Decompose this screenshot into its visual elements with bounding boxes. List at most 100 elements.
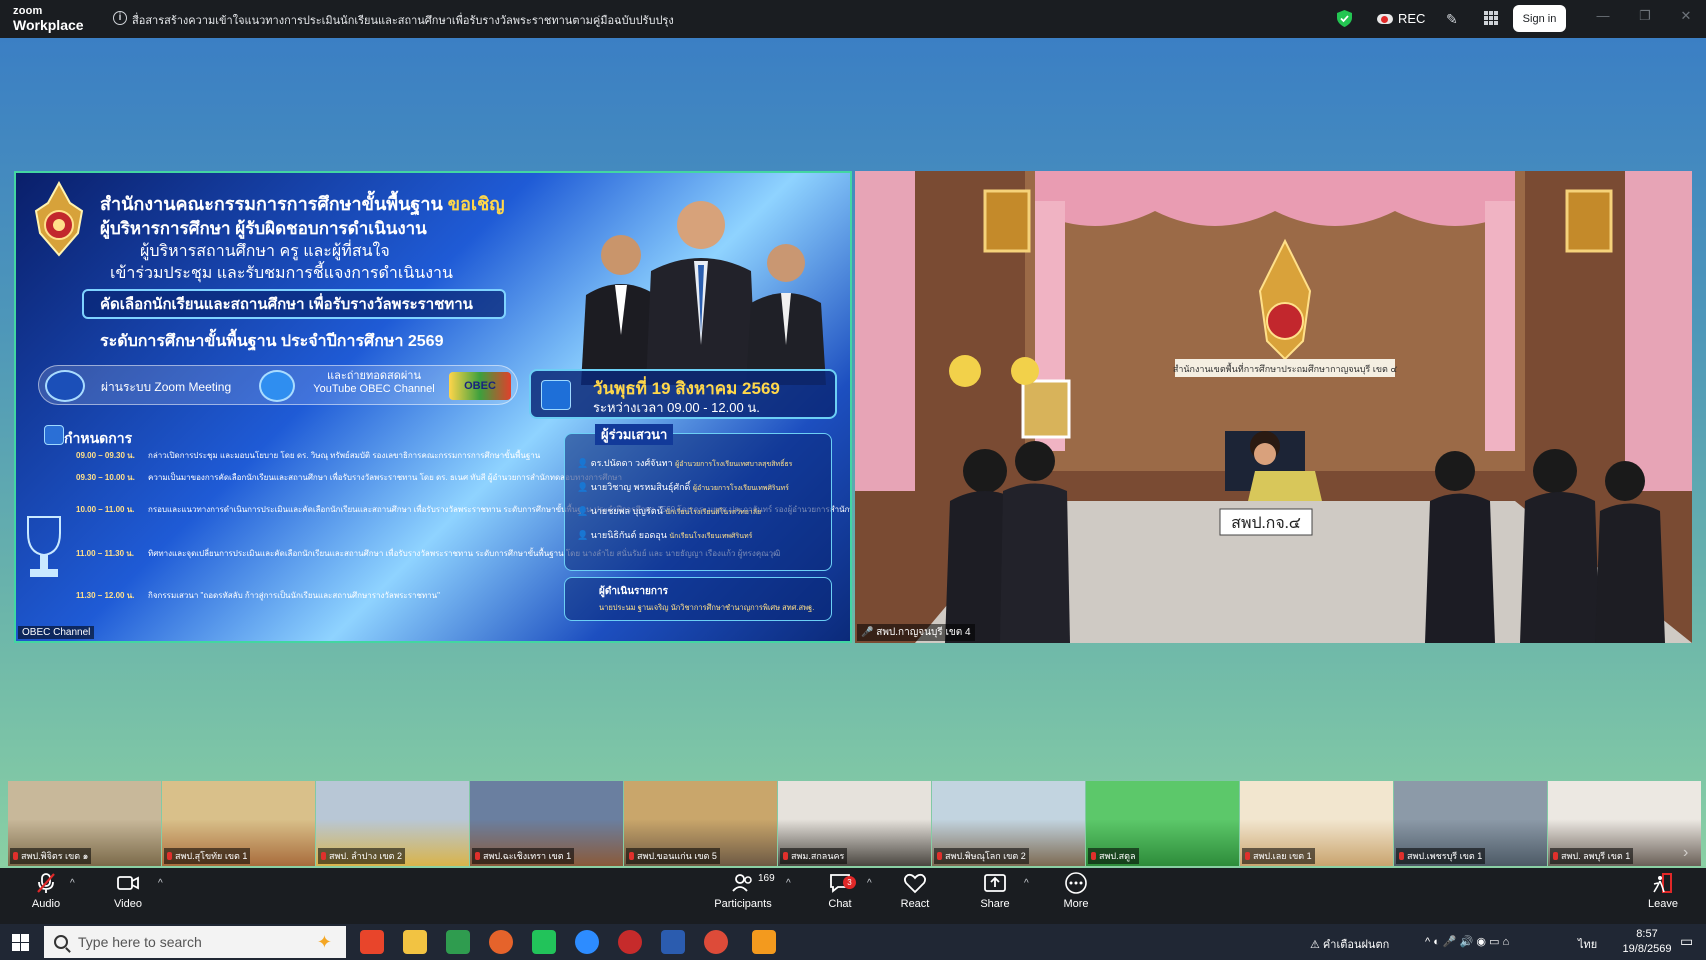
- active-speaker-tile[interactable]: สำนักงานเขตพื้นที่การศึกษาประถมศึกษากาญจ…: [855, 171, 1692, 643]
- chat-button[interactable]: Chat: [810, 872, 870, 910]
- poster-level: ระดับการศึกษาขั้นพื้นฐาน ประจำปีการศึกษา…: [100, 333, 444, 350]
- via-youtube-text: และถ่ายทอดสดผ่าน YouTube OBEC Channel: [313, 370, 435, 395]
- poster-line2: ผู้บริหารการศึกษา ผู้รับผิดชอบการดำเนินง…: [100, 219, 427, 238]
- line-app-icon[interactable]: [532, 930, 556, 954]
- participant-thumbnail[interactable]: สพป. ลพบุรี เขต 1: [1548, 781, 1701, 866]
- host-title: ผู้ดำเนินรายการ: [599, 586, 668, 597]
- recording-indicator[interactable]: REC: [1377, 11, 1425, 26]
- input-language[interactable]: ไทย: [1578, 935, 1597, 953]
- poster-line4: เข้าร่วมประชุม และรับชมการชี้แจงการดำเนิ…: [110, 265, 453, 282]
- audio-label: Audio: [31, 898, 61, 910]
- chat-unread-badge: 3: [843, 876, 856, 889]
- wall-sign: สำนักงานเขตพื้นที่การศึกษาประถมศึกษากาญจ…: [1173, 362, 1397, 375]
- chat-options-caret-icon[interactable]: ^: [867, 878, 872, 889]
- chrome-icon[interactable]: [704, 930, 728, 954]
- audio-button[interactable]: Audio: [16, 872, 76, 910]
- obec-seal-icon: [34, 181, 84, 257]
- more-dots-icon: [1065, 872, 1087, 894]
- clock-time: 8:57: [1636, 928, 1658, 940]
- share-button[interactable]: Share: [965, 872, 1025, 910]
- taskbar-search-input[interactable]: Type here to search ✦: [44, 926, 346, 958]
- windows-start-icon[interactable]: [12, 934, 29, 951]
- leave-door-icon: [1653, 873, 1672, 893]
- next-page-arrow-icon[interactable]: ›: [1683, 844, 1688, 862]
- meeting-area: สำนักงานคณะกรรมการการศึกษาขั้นพื้นฐาน ขอ…: [0, 38, 1706, 868]
- more-button[interactable]: More: [1046, 872, 1106, 910]
- weather-alert[interactable]: ⚠ คำเตือนฝนตก: [1310, 935, 1389, 953]
- more-label: More: [1063, 898, 1089, 910]
- share-label: Share: [980, 898, 1010, 910]
- obec-channel-logo: OBEC: [449, 372, 511, 400]
- system-clock[interactable]: 8:57 19/8/2569: [1620, 927, 1674, 957]
- file-explorer-icon[interactable]: [403, 930, 427, 954]
- tray-icons[interactable]: ^ ◐ 🎤 🔊 ◉ ▭ ⌂: [1425, 935, 1509, 948]
- notification-icon[interactable]: ▭: [1680, 933, 1693, 950]
- orange-app-icon[interactable]: [752, 930, 776, 954]
- video-button[interactable]: Video: [98, 872, 158, 910]
- event-time: ระหว่างเวลา 09.00 - 12.00 น.: [593, 400, 760, 415]
- camera-badge-icon: [259, 370, 295, 402]
- participant-thumbnail[interactable]: สพป.เพชรบุรี เขต 1: [1394, 781, 1547, 866]
- participants-options-caret-icon[interactable]: ^: [786, 878, 791, 889]
- speakers-photo: [581, 201, 826, 385]
- meeting-room-video: สำนักงานเขตพื้นที่การศึกษาประถมศึกษากาญจ…: [855, 171, 1692, 643]
- poster-invite: ขอเชิญ: [447, 194, 505, 214]
- agenda-item: 09.00 – 09.30 น. กล่าวเปิดการประชุม และมอ…: [76, 451, 541, 460]
- participants-count: 169: [758, 873, 775, 884]
- magic-wand-icon[interactable]: ✎: [1446, 11, 1462, 27]
- participant-thumbnail[interactable]: สพป.เลย เขต 1: [1240, 781, 1393, 866]
- participants-badge-icon: [45, 370, 85, 402]
- react-label: React: [900, 898, 930, 910]
- weather-text: คำเตือนฝนตก: [1322, 939, 1390, 951]
- info-icon[interactable]: i: [113, 11, 127, 25]
- leave-button[interactable]: Leave: [1633, 872, 1693, 910]
- participant-thumbnail[interactable]: สพป. ลำปาง เขต 2: [316, 781, 469, 866]
- logo-line2: Workplace: [13, 17, 84, 33]
- firefox-icon[interactable]: [489, 930, 513, 954]
- trophy-icon: [27, 516, 61, 577]
- google-drive-icon[interactable]: [446, 930, 470, 954]
- share-screen-icon: [984, 874, 1006, 892]
- react-button[interactable]: React: [885, 872, 945, 910]
- speaker-name: สพป.กาญจนบุรี เขต 4: [876, 627, 971, 638]
- poster-banner: คัดเลือกนักเรียนและสถานศึกษา เพื่อรับราง…: [82, 289, 506, 319]
- title-bar: zoom Workplace i สื่อสารสร้างความเข้าใจแ…: [0, 0, 1706, 38]
- muted-mic-icon: 🎤: [861, 627, 874, 638]
- participant-thumbnail[interactable]: สพป.สตูล: [1086, 781, 1239, 866]
- heart-icon: [903, 873, 927, 894]
- encryption-shield-icon[interactable]: [1337, 10, 1352, 27]
- agenda-title: กำหนดการ: [64, 430, 133, 446]
- word-icon[interactable]: [661, 930, 685, 954]
- participant-thumbnail[interactable]: สพป.สุโขทัย เขต 1: [162, 781, 315, 866]
- sign-in-button[interactable]: Sign in: [1513, 5, 1566, 32]
- sparkle-icon: ✦: [316, 932, 332, 952]
- muted-microphone-icon: [37, 873, 55, 893]
- participant-thumbnail[interactable]: สพป.ฉะเชิงเทรา เขต 1: [470, 781, 623, 866]
- minimize-button[interactable]: —: [1593, 8, 1613, 23]
- participant-thumbnails: สพป.พิจิตร เขต ๑ สพป.สุโขทัย เขต 1 สพป. …: [8, 781, 1701, 866]
- ball-app-icon[interactable]: [618, 930, 642, 954]
- video-options-caret-icon[interactable]: ^: [158, 878, 163, 889]
- zoom-workplace-logo: zoom Workplace: [13, 6, 84, 33]
- zoom-app-icon[interactable]: [575, 930, 599, 954]
- agenda-item: 11.30 – 12.00 น. กิจกรรมเสวนา "ถอดรหัสลับ…: [76, 591, 440, 600]
- shared-screen-tile[interactable]: สำนักงานคณะกรรมการการศึกษาขั้นพื้นฐาน ขอ…: [14, 171, 852, 643]
- participant-thumbnail[interactable]: สพป.พิษณุโลก เขต 2: [932, 781, 1085, 866]
- search-placeholder: Type here to search: [78, 934, 202, 950]
- close-window-button[interactable]: ✕: [1676, 8, 1696, 24]
- windows-taskbar: Type here to search ✦ ⚠ คำเตือนฝนตก ^ ◐ …: [0, 924, 1706, 960]
- chat-label: Chat: [828, 898, 852, 910]
- audio-options-caret-icon[interactable]: ^: [70, 878, 75, 889]
- panelist: 👤 นายชยพล บุญรัตน์ นักเรียนโรงเรียนสิโนร…: [577, 506, 762, 516]
- participant-thumbnail[interactable]: สพม.สกลนคร: [778, 781, 931, 866]
- restore-button[interactable]: ❐: [1635, 8, 1655, 24]
- participant-thumbnail[interactable]: สพป.พิจิตร เขต ๑: [8, 781, 161, 866]
- video-label: Video: [114, 898, 142, 910]
- participant-thumbnail[interactable]: สพป.ขอนแก่น เขต 5: [624, 781, 777, 866]
- office-app-icon[interactable]: [360, 930, 384, 954]
- agenda-item: 09.30 – 10.00 น. ความเป็นมาของการคัดเลือก…: [76, 473, 622, 482]
- apps-grid-icon[interactable]: [1484, 11, 1498, 25]
- calendar-icon: [541, 380, 571, 410]
- date-box: วันพุธที่ 19 สิงหาคม 2569 ระหว่างเวลา 09…: [529, 369, 837, 419]
- share-options-caret-icon[interactable]: ^: [1024, 878, 1029, 889]
